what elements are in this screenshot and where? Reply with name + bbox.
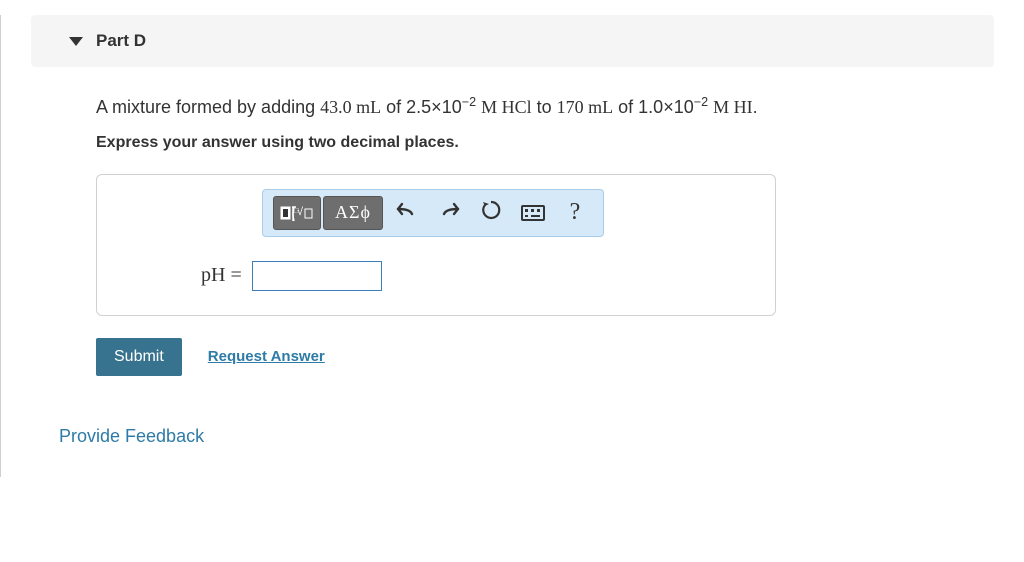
keyboard-button[interactable]: [515, 196, 551, 230]
question-suffix: .: [753, 97, 758, 117]
reset-button[interactable]: [473, 196, 509, 230]
keyboard-icon: [521, 205, 545, 221]
caret-down-icon: [69, 37, 83, 46]
reset-icon: [480, 199, 502, 227]
toolbar-button-group: □ √ ΑΣϕ: [273, 196, 383, 230]
conc2-base: 1.0×10: [638, 97, 694, 117]
page-container: Part D A mixture formed by adding 43.0 m…: [0, 15, 1024, 477]
greek-button[interactable]: ΑΣϕ: [323, 196, 383, 230]
undo-icon: [396, 200, 418, 226]
redo-icon: [438, 200, 460, 226]
question-text: A mixture formed by adding 43.0 mL of 2.…: [96, 92, 994, 122]
help-button[interactable]: ?: [557, 196, 593, 230]
answer-row: pH =: [97, 251, 775, 315]
question-prefix: A mixture formed by adding: [96, 97, 320, 117]
question-conc2: 1.0×10−2: [638, 97, 713, 117]
actions-row: Submit Request Answer: [96, 338, 994, 376]
undo-button[interactable]: [389, 196, 425, 230]
content-area: A mixture formed by adding 43.0 mL of 2.…: [1, 67, 1024, 376]
question-conc1: 2.5×10−2: [406, 97, 481, 117]
question-vol1: 43.0 mL: [320, 97, 381, 117]
equals-sign: =: [230, 264, 241, 286]
instruction-text: Express your answer using two decimal pl…: [96, 134, 994, 152]
conc1-exp: −2: [462, 95, 476, 109]
templates-icon: □ √: [280, 203, 314, 223]
answer-input[interactable]: [252, 261, 382, 291]
conc1-base: 2.5×10: [406, 97, 462, 117]
templates-button[interactable]: □ √: [273, 196, 321, 230]
provide-feedback-link[interactable]: Provide Feedback: [59, 426, 1024, 447]
variable-label: pH =: [201, 264, 242, 287]
question-vol2: 170 mL: [557, 97, 614, 117]
question-unit2: M HI: [713, 97, 753, 117]
part-header[interactable]: Part D: [31, 15, 994, 67]
request-answer-link[interactable]: Request Answer: [208, 348, 325, 365]
help-icon: ?: [570, 199, 581, 226]
part-title: Part D: [96, 31, 146, 50]
greek-label: ΑΣϕ: [335, 202, 371, 223]
answer-box: □ √ ΑΣϕ: [96, 174, 776, 316]
question-unit1: M HCl: [481, 97, 532, 117]
conc2-exp: −2: [694, 95, 708, 109]
variable-name: pH: [201, 264, 225, 286]
question-of1: of: [386, 97, 406, 117]
question-mid: to: [537, 97, 557, 117]
redo-button[interactable]: [431, 196, 467, 230]
submit-button[interactable]: Submit: [96, 338, 182, 376]
svg-text:√: √: [297, 206, 304, 218]
equation-toolbar: □ √ ΑΣϕ: [262, 189, 604, 237]
question-of2: of: [618, 97, 638, 117]
